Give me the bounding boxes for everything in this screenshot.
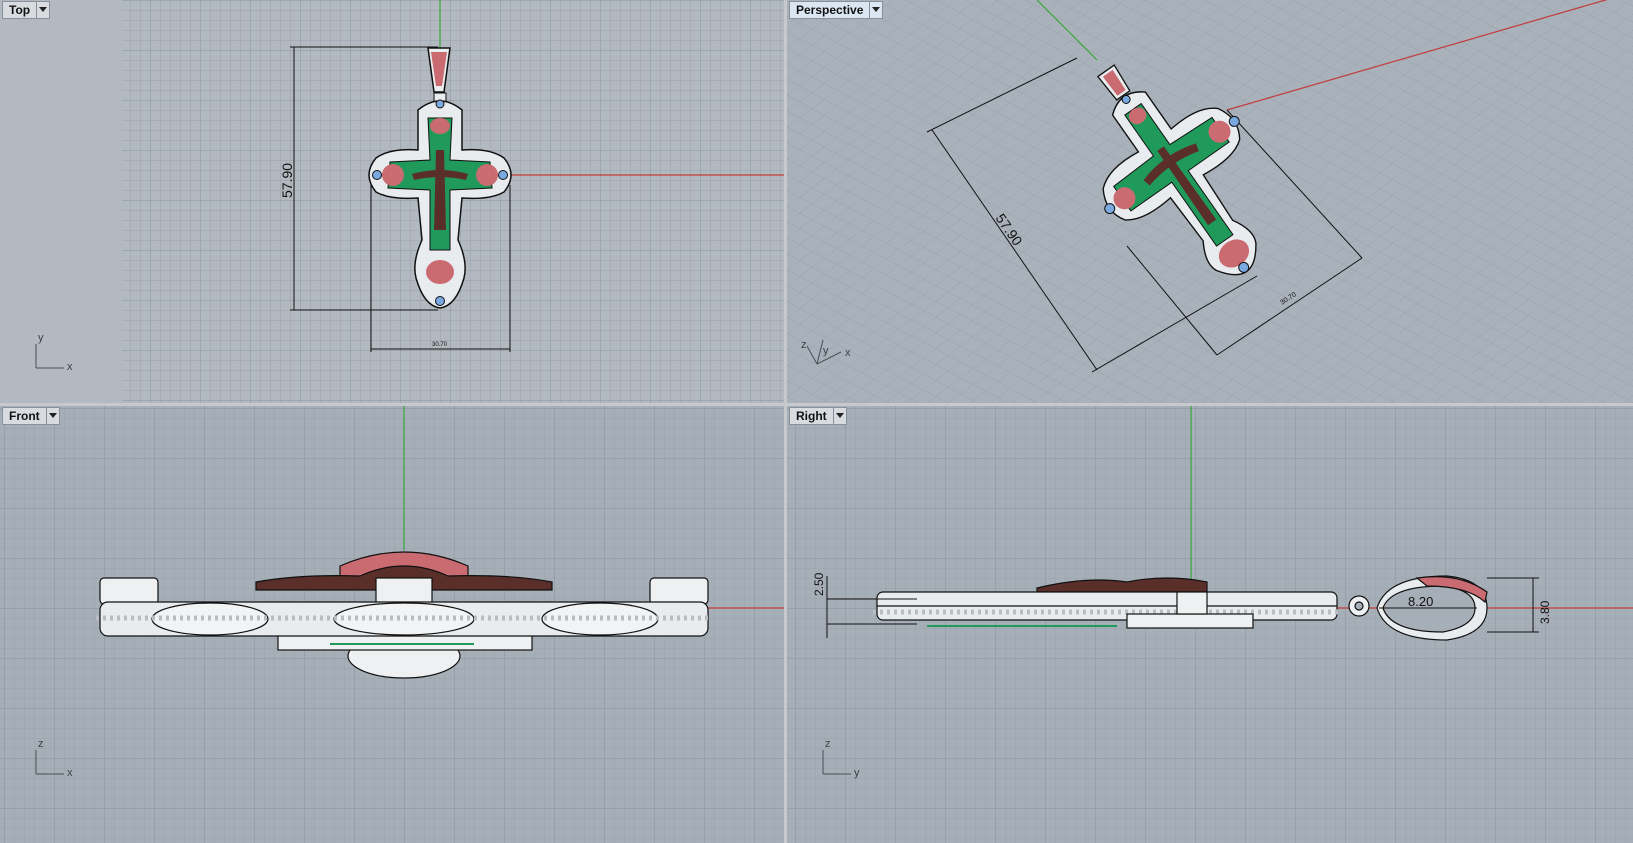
viewport-name: Perspective [796, 3, 864, 17]
axis-y-label: y [854, 767, 860, 779]
axis-x-label: x [67, 361, 73, 373]
viewport-name: Top [9, 3, 31, 17]
chevron-down-icon[interactable] [36, 2, 49, 18]
viewport-title-top[interactable]: Top [2, 1, 51, 19]
right-scene: 2.50 8.20 3.80 z y [787, 406, 1633, 843]
top-scene: 57.90 30.70 y x [0, 0, 784, 403]
axis-x-label: x [67, 767, 73, 779]
dimension-width-label: 30.70 [432, 342, 448, 348]
viewport-name: Right [796, 409, 827, 423]
dimension-thickness-label: 2.50 [812, 572, 826, 596]
viewport-front[interactable]: z x Front [0, 406, 784, 843]
viewport-right[interactable]: 2.50 8.20 3.80 z y Right [787, 406, 1633, 843]
viewport-title-perspective[interactable]: Perspective [789, 1, 884, 19]
viewport-perspective[interactable]: 57.90 30.70 z y x Perspective [787, 0, 1633, 403]
chevron-down-icon[interactable] [869, 2, 882, 18]
axis-z-label: z [825, 738, 831, 750]
chevron-down-icon[interactable] [832, 408, 846, 424]
viewport-title-front[interactable]: Front [2, 407, 60, 425]
dimension-height-label: 57.90 [279, 163, 295, 198]
dimension-bail-length-label: 8.20 [1408, 594, 1433, 609]
axis-x-label: x [845, 347, 851, 359]
dimension-bail-height-label: 3.80 [1538, 600, 1552, 624]
viewport-title-right[interactable]: Right [789, 407, 847, 425]
axis-z-label: z [38, 738, 44, 750]
viewport-name: Front [9, 409, 40, 423]
axis-z-label: z [801, 339, 807, 351]
axis-y-label: y [38, 332, 44, 344]
axis-y-label: y [823, 345, 829, 357]
chevron-down-icon[interactable] [45, 408, 59, 424]
viewport-top[interactable]: 57.90 30.70 y x Top [0, 0, 784, 403]
front-scene: z x [0, 406, 784, 843]
perspective-scene: 57.90 30.70 z y x [787, 0, 1633, 403]
